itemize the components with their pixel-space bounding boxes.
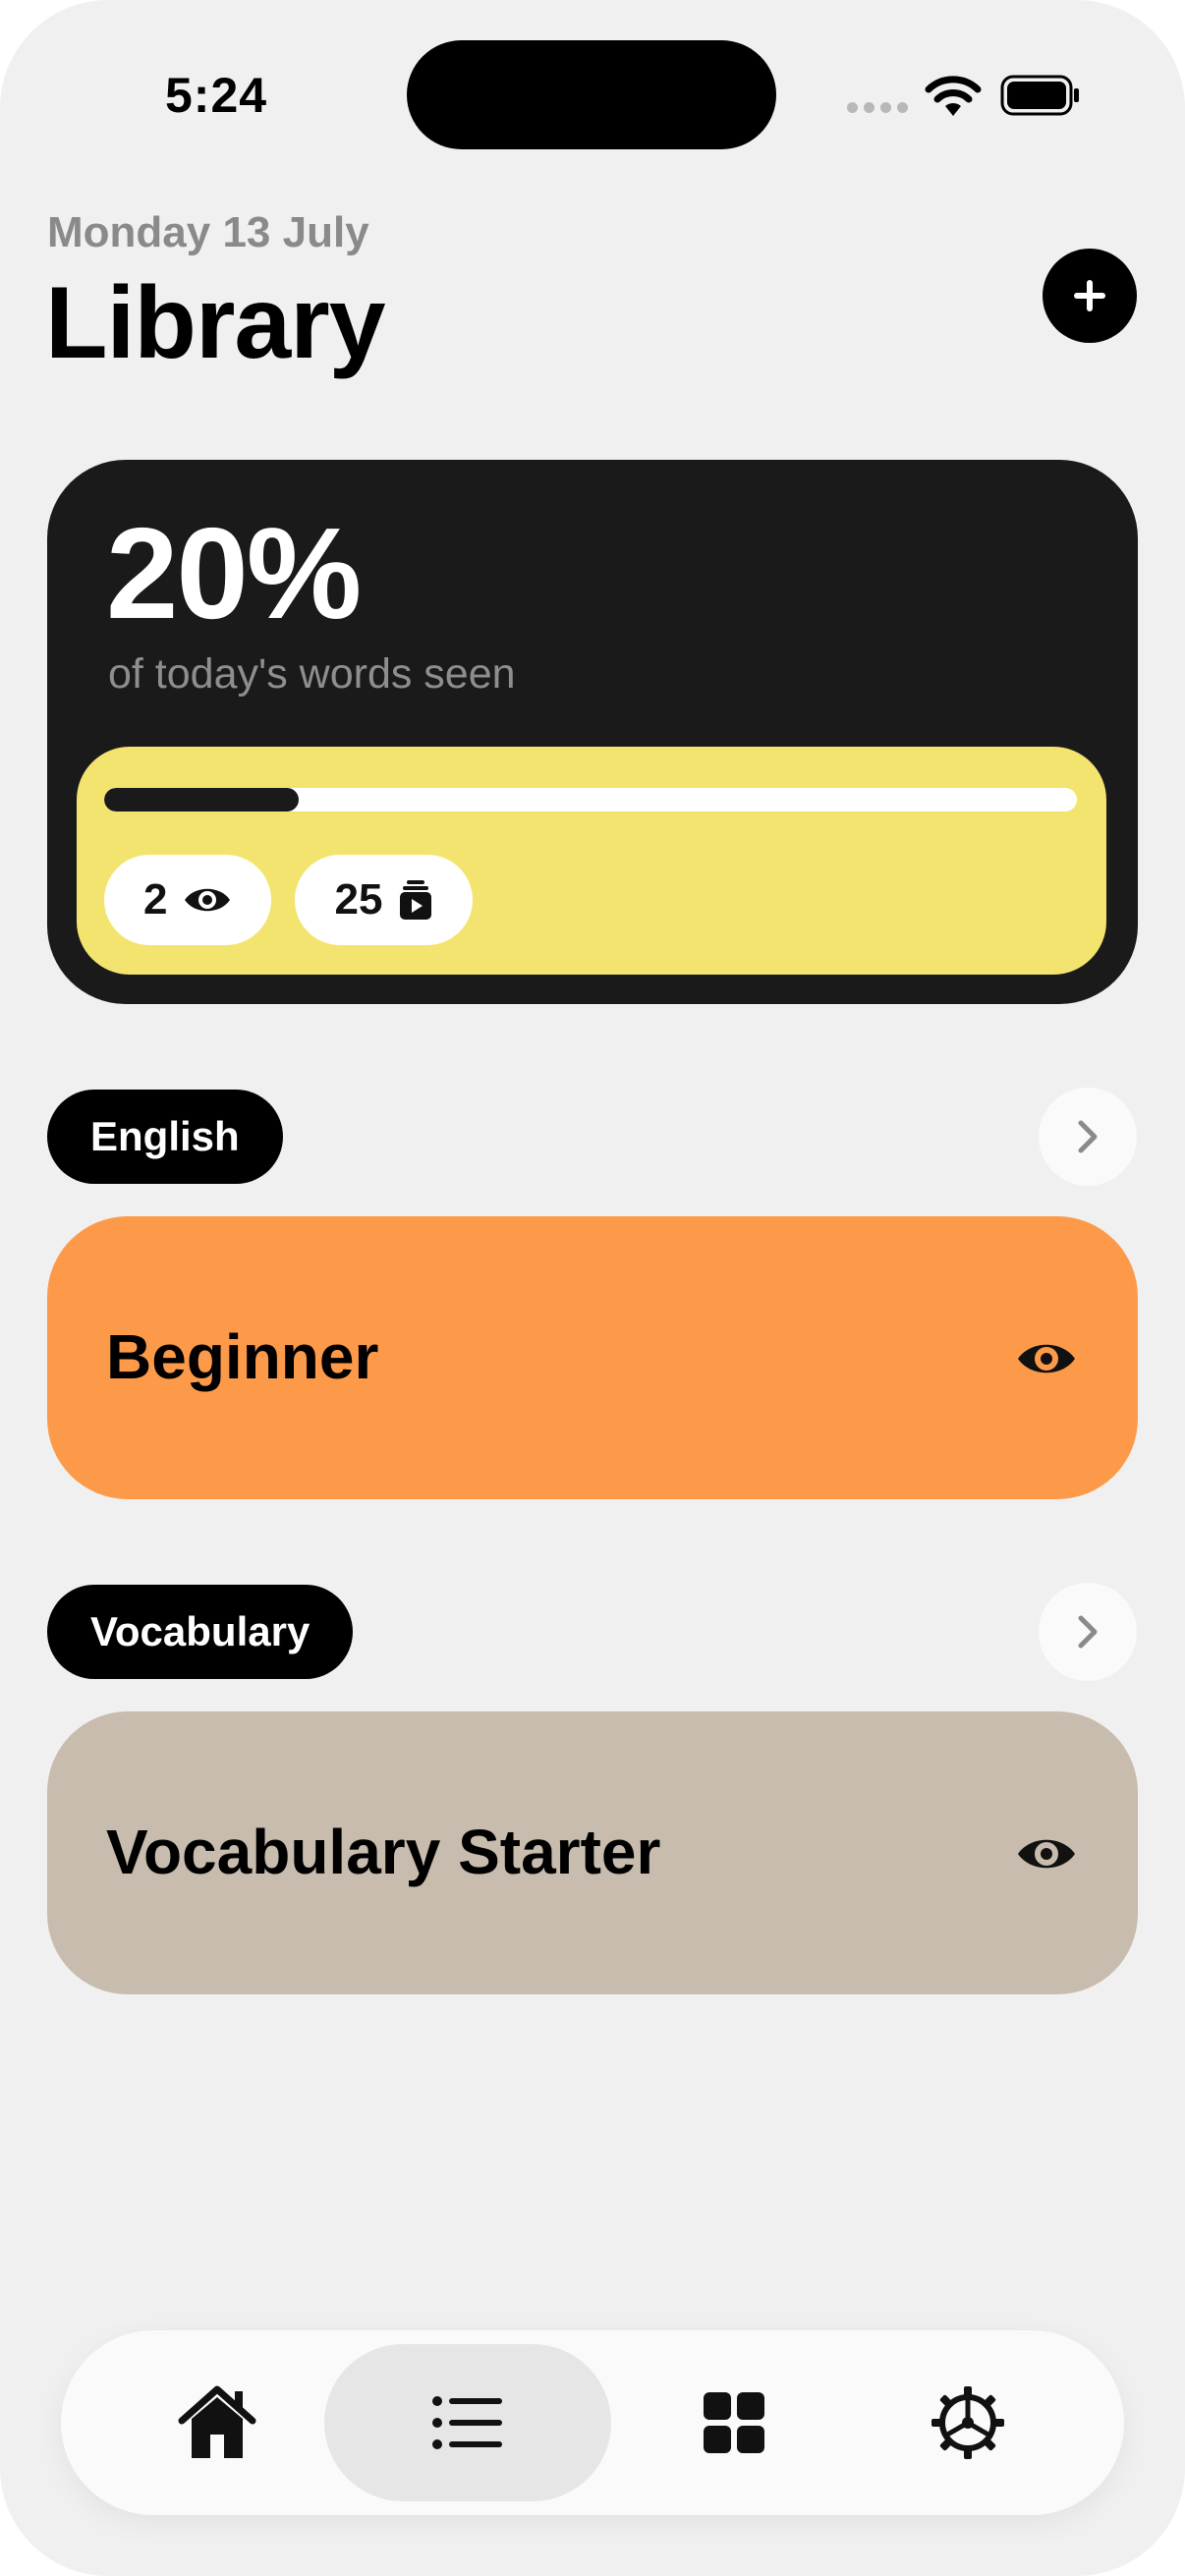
plus-icon: [1074, 280, 1105, 311]
library-screen: 5:24 Monday 13 July Library 20% of today…: [0, 0, 1185, 2576]
open-english-button[interactable]: [1039, 1088, 1137, 1186]
tab-bar: [61, 2330, 1124, 2515]
eye-icon: [1018, 1839, 1075, 1869]
tab-grid[interactable]: [641, 2344, 827, 2501]
tab-library[interactable]: [324, 2344, 611, 2501]
date-label: Monday 13 July: [47, 208, 369, 256]
progress-panel: 2 25: [77, 747, 1106, 975]
settings-gear-icon: [931, 2386, 1004, 2459]
chevron-right-icon: [1078, 1615, 1098, 1649]
seen-count-chip: 2: [104, 855, 272, 945]
section-tag-english[interactable]: English: [47, 1090, 283, 1184]
cards-count-chip: 25: [295, 855, 474, 945]
tab-home[interactable]: [124, 2344, 310, 2501]
page-title: Library: [45, 266, 386, 380]
dynamic-island: [407, 40, 776, 149]
cellular-signal-icon: [847, 102, 908, 113]
deck-card-vocabulary-starter[interactable]: Vocabulary Starter: [47, 1711, 1138, 1994]
progress-bar-fill: [104, 788, 299, 812]
daily-progress-card: 20% of today's words seen 2 25: [47, 460, 1138, 1004]
deck-card-beginner[interactable]: Beginner: [47, 1216, 1138, 1499]
progress-subtitle: of today's words seen: [108, 650, 516, 698]
list-icon: [432, 2396, 502, 2449]
eye-icon: [185, 888, 231, 912]
grid-icon: [704, 2392, 764, 2453]
progress-percent: 20%: [106, 501, 362, 645]
status-time: 5:24: [165, 68, 268, 123]
deck-title: Vocabulary Starter: [106, 1817, 661, 1887]
chevron-right-icon: [1078, 1120, 1098, 1153]
seen-count: 2: [143, 875, 168, 924]
section-tag-vocabulary[interactable]: Vocabulary: [47, 1585, 354, 1679]
deck-title: Beginner: [106, 1321, 379, 1392]
card-stack-icon: [400, 880, 432, 920]
progress-bar: [104, 788, 1077, 812]
battery-icon: [1000, 75, 1079, 116]
cards-count: 25: [334, 875, 383, 924]
add-button[interactable]: [1043, 249, 1137, 343]
home-icon: [178, 2385, 256, 2458]
wifi-icon: [925, 76, 982, 116]
tab-settings[interactable]: [875, 2344, 1061, 2501]
eye-icon: [1018, 1344, 1075, 1373]
open-vocabulary-button[interactable]: [1039, 1583, 1137, 1681]
